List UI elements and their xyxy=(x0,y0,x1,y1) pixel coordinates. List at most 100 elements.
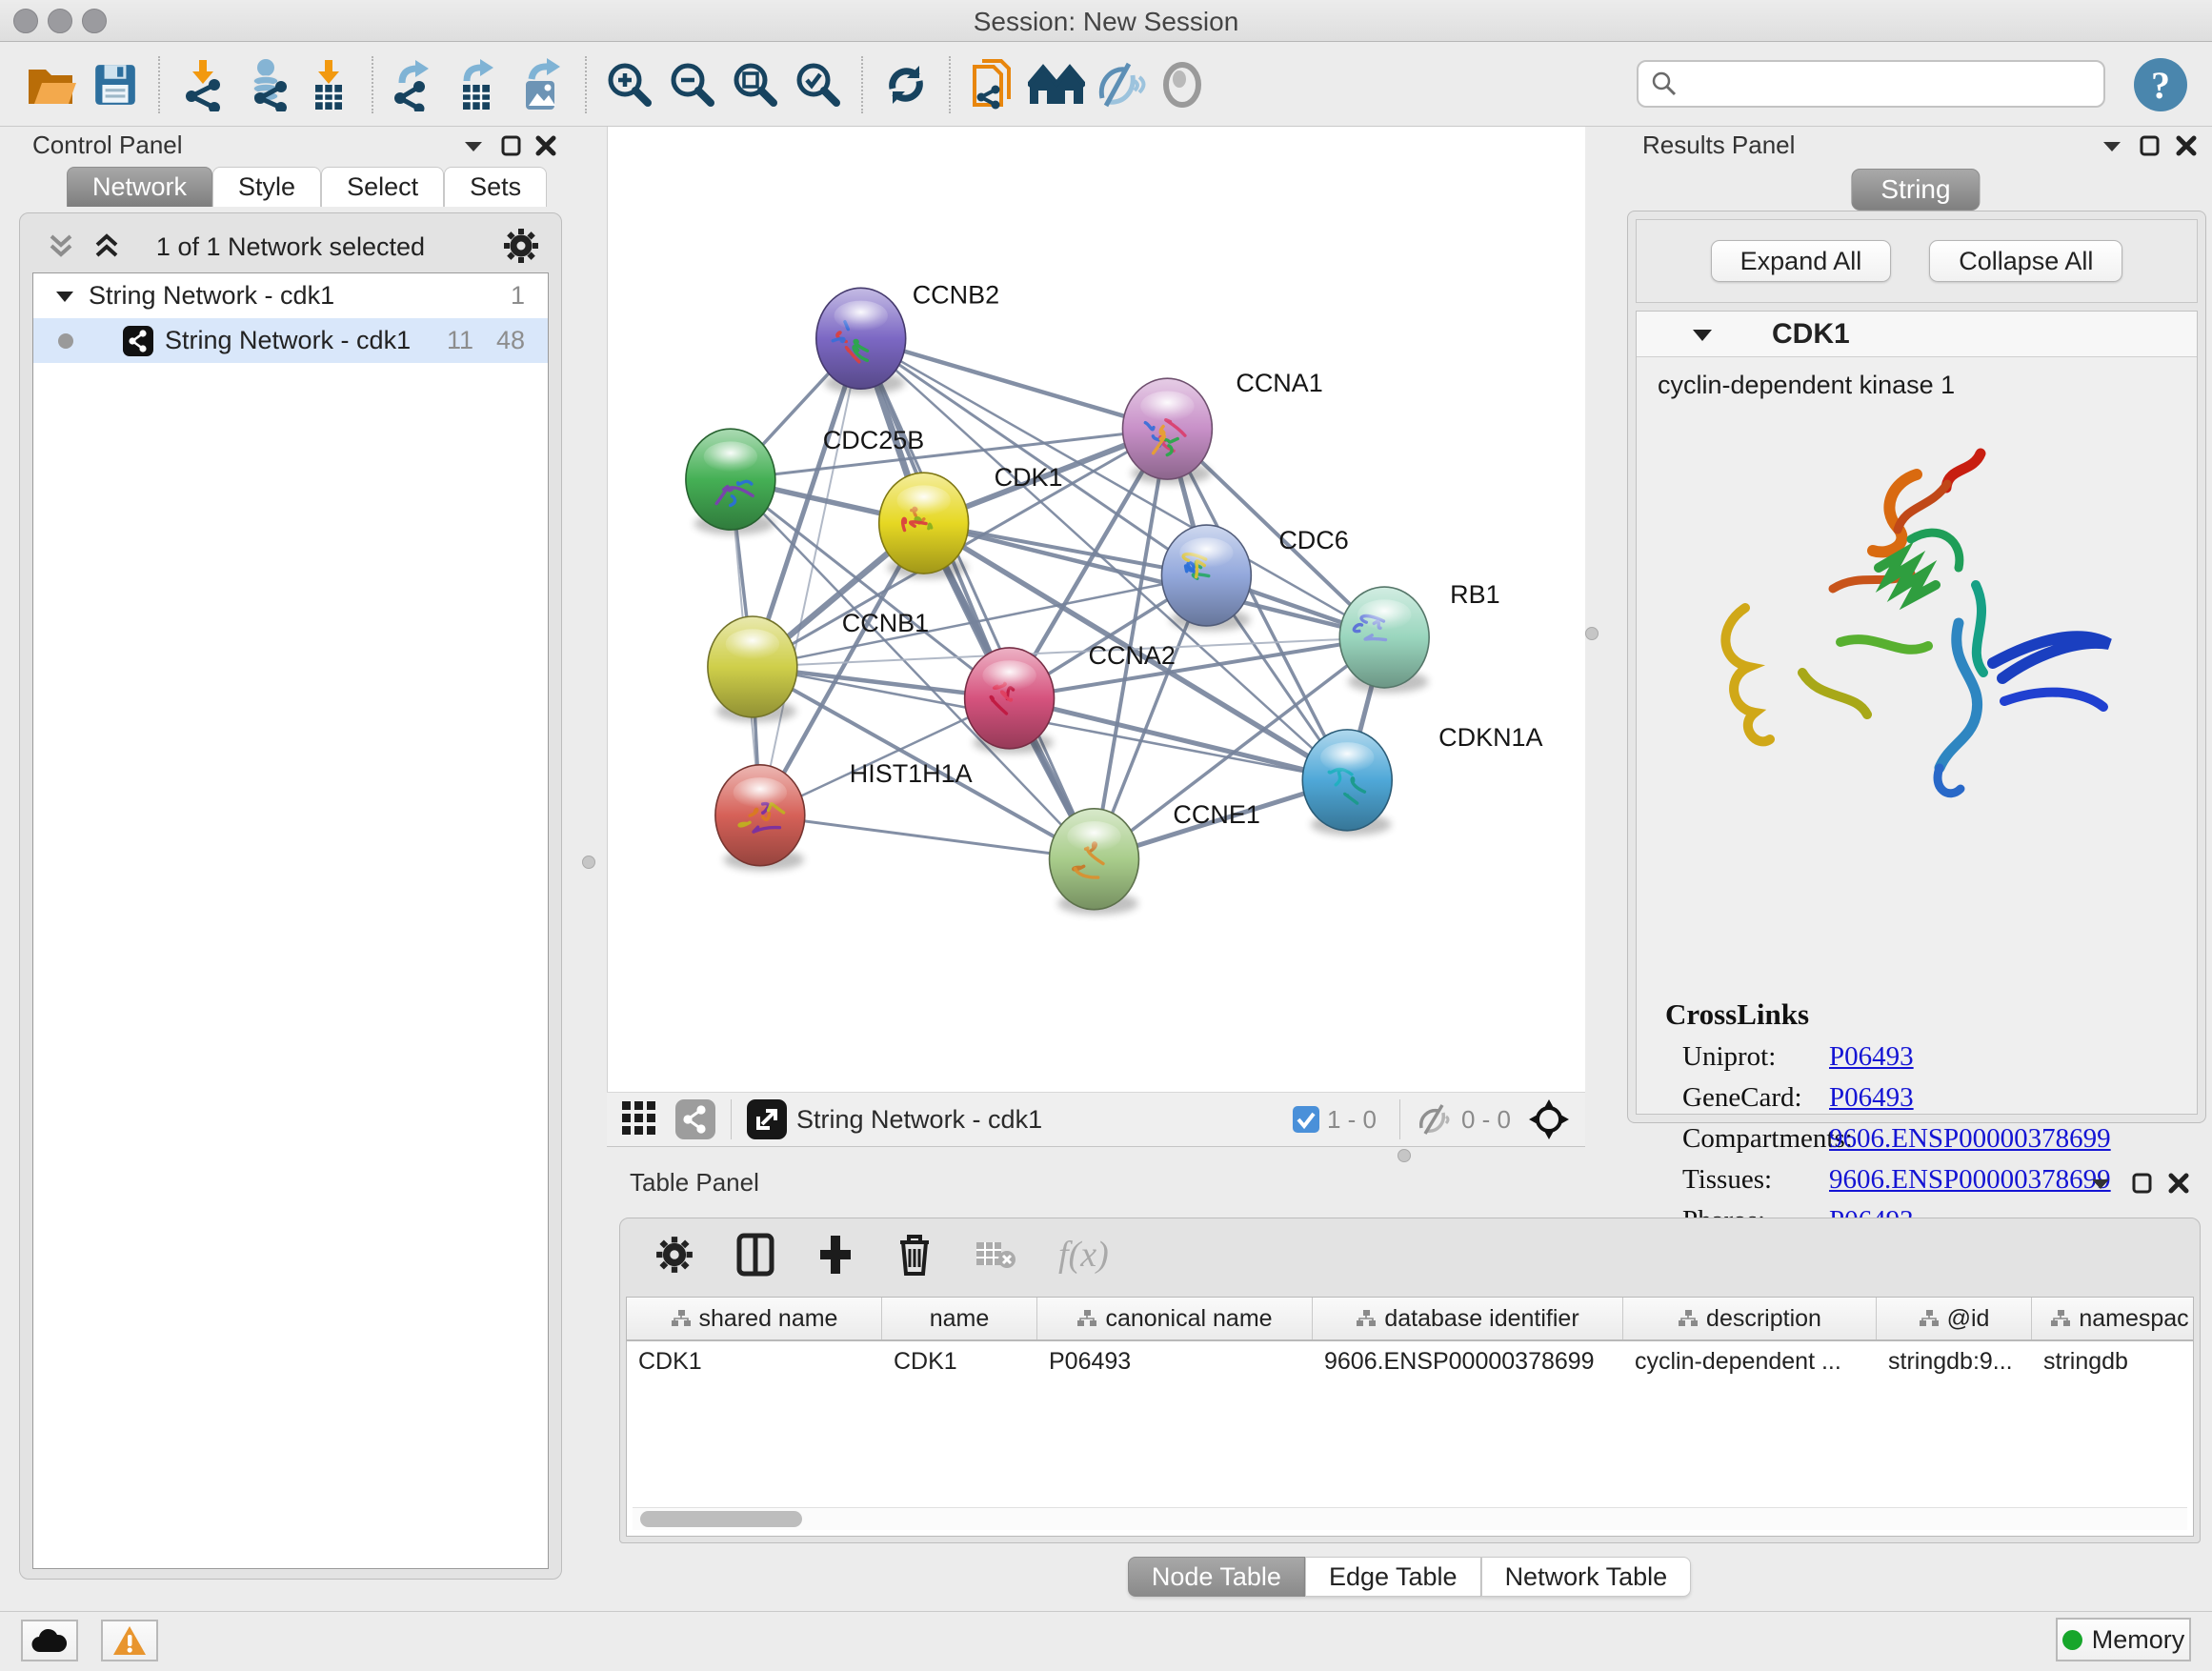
panel-menu-icon[interactable] xyxy=(2100,134,2124,157)
tab-node-table[interactable]: Node Table xyxy=(1128,1557,1305,1597)
show-hide-graphics-button[interactable] xyxy=(1151,51,1214,118)
export-image-icon xyxy=(516,58,568,111)
close-panel-icon[interactable] xyxy=(2174,134,2199,157)
gear-icon[interactable] xyxy=(502,227,540,265)
panel-menu-icon[interactable] xyxy=(461,134,486,157)
zoom-selected-button[interactable] xyxy=(787,51,850,118)
help-button[interactable]: ? xyxy=(2134,58,2187,111)
save-session-button[interactable] xyxy=(84,51,147,118)
crosslink-label: GeneCard: xyxy=(1682,1082,1827,1114)
float-panel-icon[interactable] xyxy=(2130,1172,2155,1195)
network-node-CCNB2[interactable]: CCNB2 xyxy=(816,280,999,393)
column-header-name[interactable]: name xyxy=(882,1298,1037,1339)
crosslink-value-link[interactable]: P06493 xyxy=(1829,1082,1914,1114)
network-collection-row[interactable]: String Network - cdk1 1 xyxy=(33,273,548,318)
open-in-new-window-icon[interactable] xyxy=(747,1099,787,1139)
save-floppy-icon xyxy=(91,61,139,109)
column-header-shared-name[interactable]: shared name xyxy=(627,1298,882,1339)
table-row[interactable]: CDK1CDK1P064939606.ENSP00000378699cyclin… xyxy=(627,1341,2193,1381)
bottom-splitter-grip[interactable] xyxy=(1398,1149,1411,1162)
gene-header-row[interactable]: CDK1 xyxy=(1637,312,2197,357)
current-network-dot xyxy=(58,333,73,349)
expand-all-button[interactable]: Expand All xyxy=(1711,240,1892,282)
network-badge-gray-icon[interactable] xyxy=(675,1099,715,1139)
node-label-CCNA2: CCNA2 xyxy=(1089,641,1176,670)
double-house-icon xyxy=(1028,62,1085,108)
float-panel-icon[interactable] xyxy=(499,134,524,157)
fit-content-button[interactable] xyxy=(724,51,787,118)
statusbar-separator xyxy=(1399,1099,1400,1139)
search-icon xyxy=(1650,70,1679,98)
tab-style[interactable]: Style xyxy=(212,167,321,207)
left-splitter-grip[interactable] xyxy=(582,856,595,869)
column-header-@id[interactable]: @id xyxy=(1877,1298,2032,1339)
table-cell: stringdb xyxy=(2032,1341,2194,1381)
export-image-button[interactable] xyxy=(511,51,573,118)
delete-column-icon[interactable] xyxy=(896,1233,933,1277)
node-label-CDC6: CDC6 xyxy=(1278,526,1348,554)
column-header-canonical-name[interactable]: canonical name xyxy=(1037,1298,1313,1339)
import-network-from-database-button[interactable] xyxy=(234,51,297,118)
tab-sets[interactable]: Sets xyxy=(444,167,547,207)
open-folder-icon xyxy=(25,60,80,110)
tab-network-table[interactable]: Network Table xyxy=(1481,1557,1692,1597)
column-header-database-identifier[interactable]: database identifier xyxy=(1313,1298,1623,1339)
network-view-canvas[interactable]: CCNB2CCNA1CDC25BCDK1CDC6RB1CCNB1CCNA2CDK… xyxy=(607,127,1585,1092)
selected-checkbox-icon[interactable] xyxy=(1293,1106,1319,1133)
search-input[interactable] xyxy=(1688,69,2092,100)
cloud-status-button[interactable] xyxy=(21,1620,78,1661)
network-node-CCNE1[interactable]: CCNE1 xyxy=(1050,800,1260,915)
eye-slash-blue-icon xyxy=(1093,60,1146,110)
warnings-button[interactable] xyxy=(101,1620,158,1661)
crosslinks-title: CrossLinks xyxy=(1665,997,2197,1032)
collapse-all-button[interactable]: Collapse All xyxy=(1929,240,2122,282)
collapse-entry-icon[interactable] xyxy=(1690,324,1715,345)
birds-eye-grid-icon[interactable] xyxy=(622,1101,658,1137)
zoom-in-button[interactable] xyxy=(598,51,661,118)
column-header-namespac[interactable]: namespac xyxy=(2032,1298,2194,1339)
tab-edge-table[interactable]: Edge Table xyxy=(1305,1557,1481,1597)
zoom-out-button[interactable] xyxy=(661,51,724,118)
network-node-CCNA1[interactable]: CCNA1 xyxy=(1122,369,1322,484)
network-node-CDKN1A[interactable]: CDKN1A xyxy=(1302,723,1542,836)
import-string-network-button[interactable] xyxy=(962,51,1025,118)
open-session-button[interactable] xyxy=(21,51,84,118)
toolbar-separator xyxy=(949,56,951,113)
network-view-toolbar: String Network - cdk1 1 - 0 0 - 0 xyxy=(607,1092,1585,1147)
function-builder-icon[interactable]: f(x) xyxy=(1058,1234,1109,1276)
delete-table-icon[interactable] xyxy=(975,1238,1016,1271)
tab-string[interactable]: String xyxy=(1851,169,1980,211)
navigator-crosshair-icon[interactable] xyxy=(1528,1098,1570,1140)
show-columns-icon[interactable] xyxy=(736,1233,774,1277)
import-table-from-file-button[interactable] xyxy=(297,51,360,118)
string-home-button[interactable] xyxy=(1025,51,1088,118)
right-splitter-grip[interactable] xyxy=(1585,627,1599,640)
table-gear-icon[interactable] xyxy=(654,1235,694,1275)
close-panel-icon[interactable] xyxy=(2166,1172,2191,1195)
network-node-CDK1[interactable]: CDK1 xyxy=(879,463,1063,578)
crosslink-value-link[interactable]: P06493 xyxy=(1829,1041,1914,1073)
gene-name: CDK1 xyxy=(1772,318,1850,351)
network-row[interactable]: String Network - cdk1 11 48 xyxy=(33,318,548,363)
export-table-button[interactable] xyxy=(448,51,511,118)
add-column-icon[interactable] xyxy=(816,1234,855,1276)
crosslink-label: Compartments: xyxy=(1682,1123,1827,1155)
memory-button[interactable]: Memory xyxy=(2056,1618,2191,1661)
scrollbar-thumb[interactable] xyxy=(640,1511,802,1527)
tab-network[interactable]: Network xyxy=(67,167,212,207)
refresh-view-button[interactable] xyxy=(875,51,937,118)
column-header-description[interactable]: description xyxy=(1623,1298,1877,1339)
float-panel-icon[interactable] xyxy=(2138,134,2162,157)
horizontal-scrollbar[interactable] xyxy=(633,1507,2187,1530)
show-hide-gradients-button[interactable] xyxy=(1088,51,1151,118)
import-network-from-file-button[interactable] xyxy=(171,51,234,118)
crosslink-value-link[interactable]: 9606.ENSP00000378699 xyxy=(1829,1123,2111,1155)
network-node-RB1[interactable]: RB1 xyxy=(1339,580,1499,693)
tab-select[interactable]: Select xyxy=(321,167,444,207)
export-network-icon xyxy=(391,58,442,111)
close-panel-icon[interactable] xyxy=(533,134,558,157)
node-label-HIST1H1A: HIST1H1A xyxy=(850,759,973,788)
panel-menu-icon[interactable] xyxy=(2088,1172,2113,1195)
export-network-button[interactable] xyxy=(385,51,448,118)
tree-expander-icon[interactable] xyxy=(54,287,75,306)
